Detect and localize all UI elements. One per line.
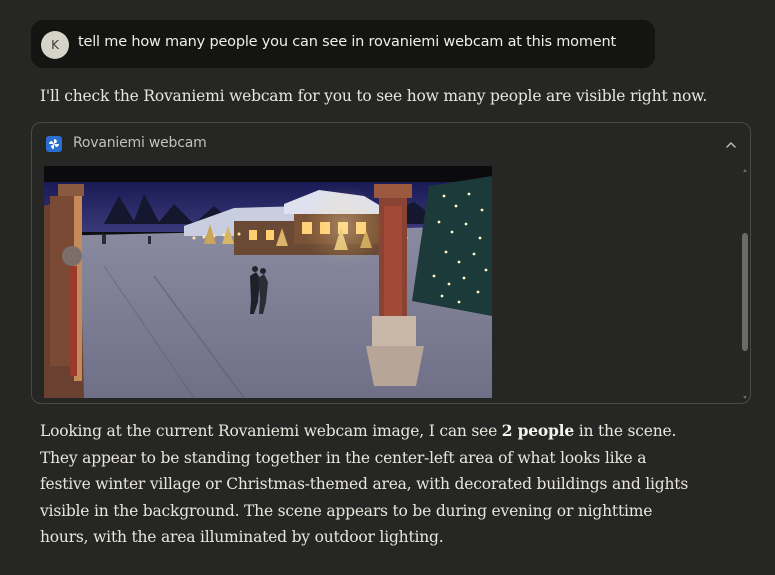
scrollbar-thumb[interactable] bbox=[742, 233, 748, 351]
user-message-bubble: K tell me how many people you can see in… bbox=[31, 20, 655, 68]
answer-part-2: in the scene. They appear to be standing… bbox=[40, 422, 689, 546]
user-avatar[interactable]: K bbox=[41, 31, 69, 59]
webcam-tool-card: Rovaniemi webcam bbox=[31, 122, 751, 404]
pinwheel-icon bbox=[46, 136, 62, 152]
answer-count: 2 people bbox=[501, 421, 575, 440]
assistant-answer-text: Looking at the current Rovaniemi webcam … bbox=[40, 418, 690, 551]
collapse-button[interactable] bbox=[722, 136, 740, 154]
webcam-scene bbox=[44, 166, 492, 398]
answer-part-1: Looking at the current Rovaniemi webcam … bbox=[40, 422, 502, 440]
tool-card-title: Rovaniemi webcam bbox=[73, 135, 207, 151]
scroll-up-arrow[interactable] bbox=[743, 169, 747, 172]
scroll-down-arrow[interactable] bbox=[743, 396, 747, 399]
user-message-text: tell me how many people you can see in r… bbox=[78, 34, 616, 50]
chevron-up-icon bbox=[726, 142, 736, 148]
assistant-intro-text: I'll check the Rovaniemi webcam for you … bbox=[40, 87, 708, 105]
tool-card-header[interactable]: Rovaniemi webcam bbox=[32, 123, 750, 165]
webcam-image bbox=[44, 166, 492, 398]
